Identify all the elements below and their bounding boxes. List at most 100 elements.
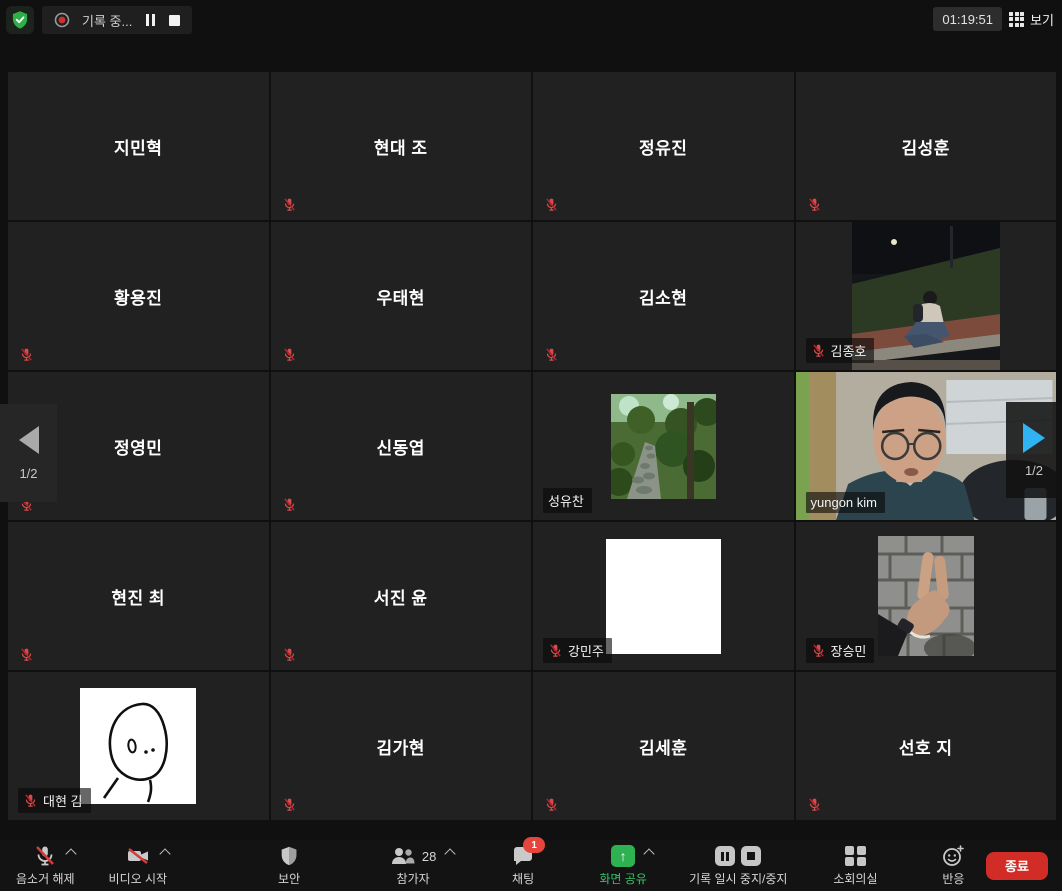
pause-recording-icon[interactable] bbox=[715, 846, 735, 866]
stop-recording-icon[interactable] bbox=[741, 846, 761, 866]
muted-mic-icon bbox=[282, 647, 297, 662]
page-prev-button[interactable]: 1/2 bbox=[0, 404, 57, 502]
muted-mic-icon bbox=[544, 797, 559, 812]
participants-icon bbox=[390, 845, 416, 867]
participant-tile[interactable]: 김가현 bbox=[271, 672, 532, 820]
participant-tile[interactable]: 우태현 bbox=[271, 222, 532, 370]
muted-mic-icon bbox=[544, 347, 559, 362]
share-options-chevron[interactable] bbox=[643, 848, 654, 859]
zoom-meeting-window: 기록 중... 01:19:51 보기 지민혁현대 조 정유진 김성훈 황용진 … bbox=[0, 0, 1062, 891]
gallery-view-icon bbox=[1009, 12, 1024, 27]
share-screen-icon: ↑ bbox=[611, 845, 635, 867]
participant-tile[interactable]: 성유찬 bbox=[533, 372, 794, 520]
record-icon bbox=[54, 12, 70, 28]
participant-name: 신동엽 bbox=[271, 372, 532, 520]
mic-muted-icon bbox=[33, 844, 57, 868]
unmute-button[interactable]: 음소거 해제 bbox=[16, 844, 75, 887]
audio-options-chevron[interactable] bbox=[66, 848, 77, 859]
participants-chevron[interactable] bbox=[445, 848, 456, 859]
participant-name: 장승민 bbox=[831, 641, 867, 660]
start-video-label: 비디오 시작 bbox=[109, 870, 168, 887]
participant-name: 대현 김 bbox=[43, 791, 83, 810]
muted-mic-icon bbox=[282, 347, 297, 362]
participant-name: 현진 최 bbox=[8, 522, 269, 670]
muted-mic-icon bbox=[548, 643, 563, 658]
participant-tile[interactable]: 황용진 bbox=[8, 222, 269, 370]
muted-mic-icon bbox=[282, 347, 297, 362]
muted-mic-icon bbox=[807, 197, 822, 212]
recording-controls[interactable]: 기록 일시 중지/중지 bbox=[689, 844, 787, 887]
meeting-info-shield-button[interactable] bbox=[6, 6, 34, 34]
muted-mic-icon bbox=[282, 197, 297, 212]
participant-name: 선호 지 bbox=[796, 672, 1057, 820]
participants-count: 28 bbox=[422, 849, 436, 864]
camera-muted-icon bbox=[125, 844, 151, 868]
chevron-left-icon bbox=[19, 426, 39, 454]
muted-mic-icon bbox=[807, 797, 822, 812]
participant-tile[interactable]: 김소현 bbox=[533, 222, 794, 370]
participant-label: 대현 김 bbox=[18, 788, 91, 813]
participant-name: 지민혁 bbox=[8, 72, 269, 220]
view-button[interactable]: 보기 bbox=[1009, 7, 1054, 31]
participant-name: 성유찬 bbox=[548, 491, 584, 510]
shield-icon bbox=[278, 844, 300, 868]
participant-tile[interactable]: 지민혁 bbox=[8, 72, 269, 220]
share-screen-label: 화면 공유 bbox=[599, 870, 647, 887]
muted-mic-icon bbox=[544, 797, 559, 812]
participant-tile[interactable]: 김종호 bbox=[796, 222, 1057, 370]
end-meeting-button[interactable]: 종료 bbox=[986, 852, 1048, 880]
breakout-rooms-icon bbox=[845, 846, 866, 867]
view-button-label: 보기 bbox=[1030, 10, 1054, 29]
participant-tile[interactable]: 서진 윤 bbox=[271, 522, 532, 670]
participant-label: yungon kim bbox=[806, 492, 885, 513]
muted-mic-icon bbox=[544, 347, 559, 362]
participant-name: 김종호 bbox=[831, 341, 867, 360]
recording-controls-label: 기록 일시 중지/중지 bbox=[689, 870, 787, 887]
muted-mic-icon bbox=[282, 497, 297, 512]
muted-mic-icon bbox=[807, 197, 822, 212]
page-indicator: 1/2 bbox=[1025, 463, 1043, 478]
muted-mic-icon bbox=[282, 497, 297, 512]
security-button[interactable]: 보안 bbox=[263, 844, 315, 887]
chat-button[interactable]: 1 채팅 bbox=[497, 844, 549, 887]
muted-mic-icon bbox=[544, 197, 559, 212]
start-video-button[interactable]: 비디오 시작 bbox=[109, 844, 168, 887]
video-options-chevron[interactable] bbox=[159, 848, 170, 859]
breakout-rooms-button[interactable]: 소회의실 bbox=[829, 844, 881, 887]
muted-mic-icon bbox=[282, 797, 297, 812]
participant-tile[interactable]: 김성훈 bbox=[796, 72, 1057, 220]
participant-label: 성유찬 bbox=[543, 488, 592, 513]
participant-tile[interactable]: 강민주 bbox=[533, 522, 794, 670]
meeting-toolbar: 음소거 해제 비디오 시작 보안 bbox=[0, 840, 1062, 891]
participant-tile[interactable]: 대현 김 bbox=[8, 672, 269, 820]
share-screen-button[interactable]: ↑ 화면 공유 bbox=[597, 844, 649, 887]
participant-tile[interactable]: 현진 최 bbox=[8, 522, 269, 670]
reactions-label: 반응 bbox=[942, 870, 964, 887]
participants-button[interactable]: 28 참가자 bbox=[387, 844, 439, 887]
participant-tile[interactable]: 정유진 bbox=[533, 72, 794, 220]
participant-tile[interactable]: 김세훈 bbox=[533, 672, 794, 820]
page-indicator: 1/2 bbox=[19, 466, 37, 481]
participant-tile[interactable]: 현대 조 bbox=[271, 72, 532, 220]
chat-label: 채팅 bbox=[512, 870, 534, 887]
reactions-button[interactable]: 반응 bbox=[927, 844, 979, 887]
page-next-button[interactable]: 1/2 bbox=[1006, 402, 1062, 498]
recording-stop-button[interactable] bbox=[169, 15, 180, 26]
participant-name: 강민주 bbox=[568, 641, 604, 660]
participants-label: 참가자 bbox=[397, 870, 430, 887]
participant-tile[interactable]: 선호 지 bbox=[796, 672, 1057, 820]
participant-tile[interactable]: 장승민 bbox=[796, 522, 1057, 670]
muted-mic-icon bbox=[807, 797, 822, 812]
participant-tile[interactable]: 신동엽 bbox=[271, 372, 532, 520]
recording-indicator: 기록 중... bbox=[42, 6, 192, 34]
participant-name: 김성훈 bbox=[796, 72, 1057, 220]
muted-mic-icon bbox=[811, 343, 826, 358]
muted-mic-icon bbox=[811, 643, 826, 658]
muted-mic-icon bbox=[19, 347, 34, 362]
muted-mic-icon bbox=[282, 797, 297, 812]
recording-pause-button[interactable] bbox=[144, 12, 157, 28]
participant-name: 서진 윤 bbox=[271, 522, 532, 670]
muted-mic-icon bbox=[23, 793, 38, 808]
participant-label: 김종호 bbox=[806, 338, 875, 363]
muted-mic-icon bbox=[19, 347, 34, 362]
